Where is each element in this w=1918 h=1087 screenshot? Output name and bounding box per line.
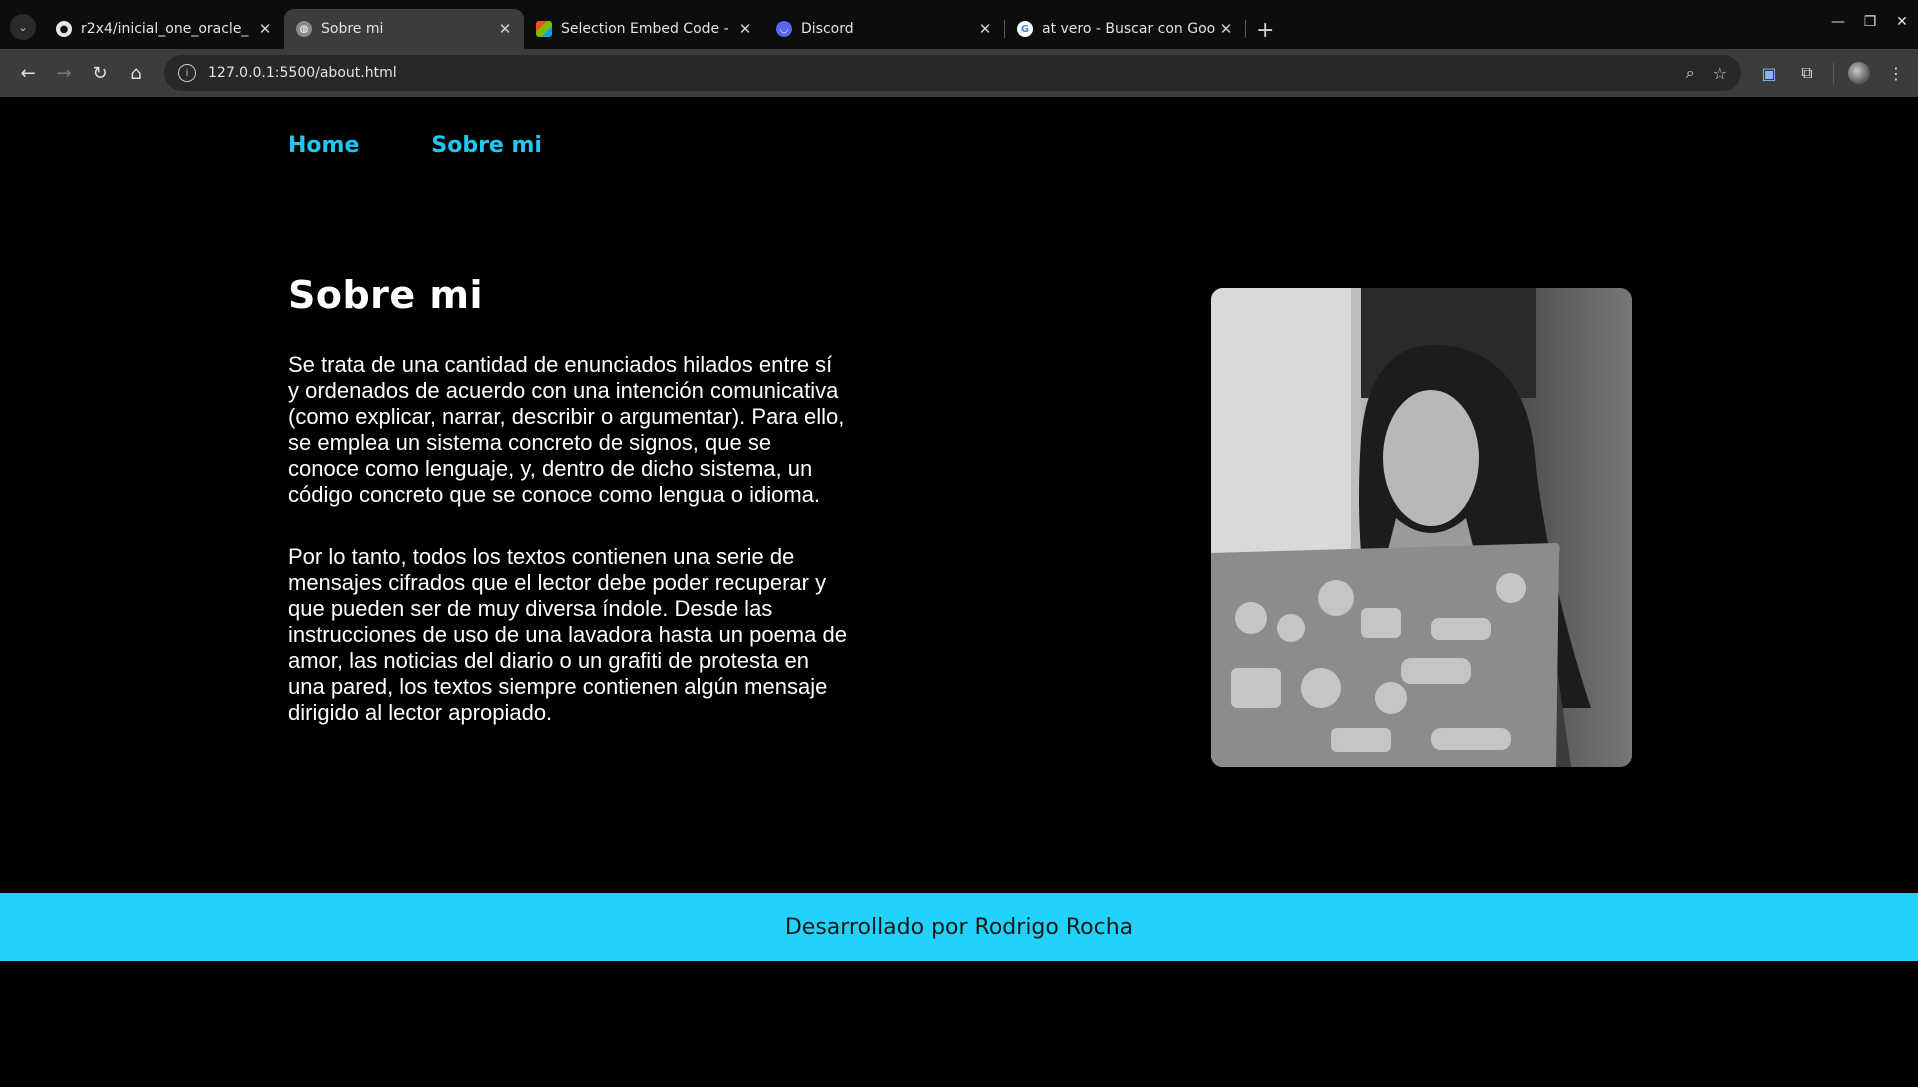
- tab-github[interactable]: ● r2x4/inicial_one_oracle_ ✕: [44, 9, 284, 49]
- profile-photo: [1211, 288, 1632, 767]
- footer-text: Desarrollado por Rodrigo Rocha: [784, 914, 1134, 940]
- menu-icon[interactable]: ⋮: [1884, 64, 1908, 83]
- address-bar[interactable]: i 127.0.0.1:5500/about.html ⌕ ☆: [164, 55, 1741, 91]
- close-icon[interactable]: ✕: [976, 20, 994, 38]
- tab-sobre-mi[interactable]: ◍ Sobre mi ✕: [284, 9, 524, 49]
- about-paragraph: Se trata de una cantidad de enunciados h…: [288, 352, 845, 507]
- globe-icon: ◍: [296, 21, 312, 37]
- nav-link-home[interactable]: Home: [288, 133, 359, 158]
- toolbar-divider: [1833, 62, 1834, 84]
- tab-google-search[interactable]: G at vero - Buscar con Goo ✕: [1005, 9, 1245, 49]
- profile-avatar[interactable]: [1848, 62, 1870, 84]
- about-text: Se trata de una cantidad de enunciados h…: [288, 352, 848, 726]
- page-content: Home Sobre mi Sobre mi Se trata de una c…: [0, 97, 1918, 1087]
- forward-icon[interactable]: →: [46, 55, 82, 91]
- reload-icon[interactable]: ↻: [82, 55, 118, 91]
- url-text[interactable]: 127.0.0.1:5500/about.html: [208, 65, 1668, 81]
- discord-icon: ◡: [776, 21, 792, 37]
- tab-title: Selection Embed Code -: [561, 21, 729, 37]
- restore-icon[interactable]: ❐: [1854, 14, 1886, 30]
- profile-photo-illustration: [1211, 288, 1632, 767]
- footer: Desarrollado por Rodrigo Rocha: [0, 893, 1918, 961]
- site-nav: Home Sobre mi: [288, 133, 542, 158]
- bookmark-star-icon[interactable]: ☆: [1713, 64, 1727, 83]
- zoom-icon[interactable]: ⌕: [1686, 63, 1695, 83]
- embed-logo-icon: [536, 21, 552, 37]
- tab-separator: [1245, 20, 1246, 38]
- page-title: Sobre mi: [288, 273, 484, 317]
- new-tab-button[interactable]: +: [1256, 18, 1274, 43]
- back-icon[interactable]: ←: [10, 55, 46, 91]
- window-controls: — ❐ ✕: [1822, 14, 1918, 30]
- extensions-icon[interactable]: ⧉: [1795, 63, 1819, 83]
- site-info-icon[interactable]: i: [178, 64, 196, 82]
- nav-link-about[interactable]: Sobre mi: [431, 133, 542, 158]
- close-icon[interactable]: ✕: [256, 20, 274, 38]
- close-icon[interactable]: ✕: [496, 20, 514, 38]
- browser-toolbar: ← → ↻ ⌂ i 127.0.0.1:5500/about.html ⌕ ☆ …: [0, 49, 1918, 97]
- close-window-icon[interactable]: ✕: [1886, 14, 1918, 30]
- tab-title: Discord: [801, 21, 854, 37]
- tab-strip: ⌄ ● r2x4/inicial_one_oracle_ ✕ ◍ Sobre m…: [0, 0, 1918, 49]
- close-icon[interactable]: ✕: [1217, 20, 1235, 38]
- tab-title: r2x4/inicial_one_oracle_: [81, 21, 249, 37]
- tab-search-button[interactable]: ⌄: [10, 14, 36, 40]
- tab-title: Sobre mi: [321, 21, 384, 37]
- google-icon: G: [1017, 21, 1033, 37]
- tab-title: at vero - Buscar con Goo: [1042, 21, 1216, 37]
- home-icon[interactable]: ⌂: [118, 55, 154, 91]
- browser-chrome: ⌄ ● r2x4/inicial_one_oracle_ ✕ ◍ Sobre m…: [0, 0, 1918, 97]
- close-icon[interactable]: ✕: [736, 20, 754, 38]
- tab-selection-embed[interactable]: Selection Embed Code - ✕: [524, 9, 764, 49]
- github-icon: ●: [56, 21, 72, 37]
- minimize-icon[interactable]: —: [1822, 14, 1854, 30]
- translate-icon[interactable]: ▣: [1757, 64, 1781, 83]
- about-paragraph: Por lo tanto, todos los textos contienen…: [288, 544, 847, 725]
- tab-discord[interactable]: ◡ Discord ✕: [764, 9, 1004, 49]
